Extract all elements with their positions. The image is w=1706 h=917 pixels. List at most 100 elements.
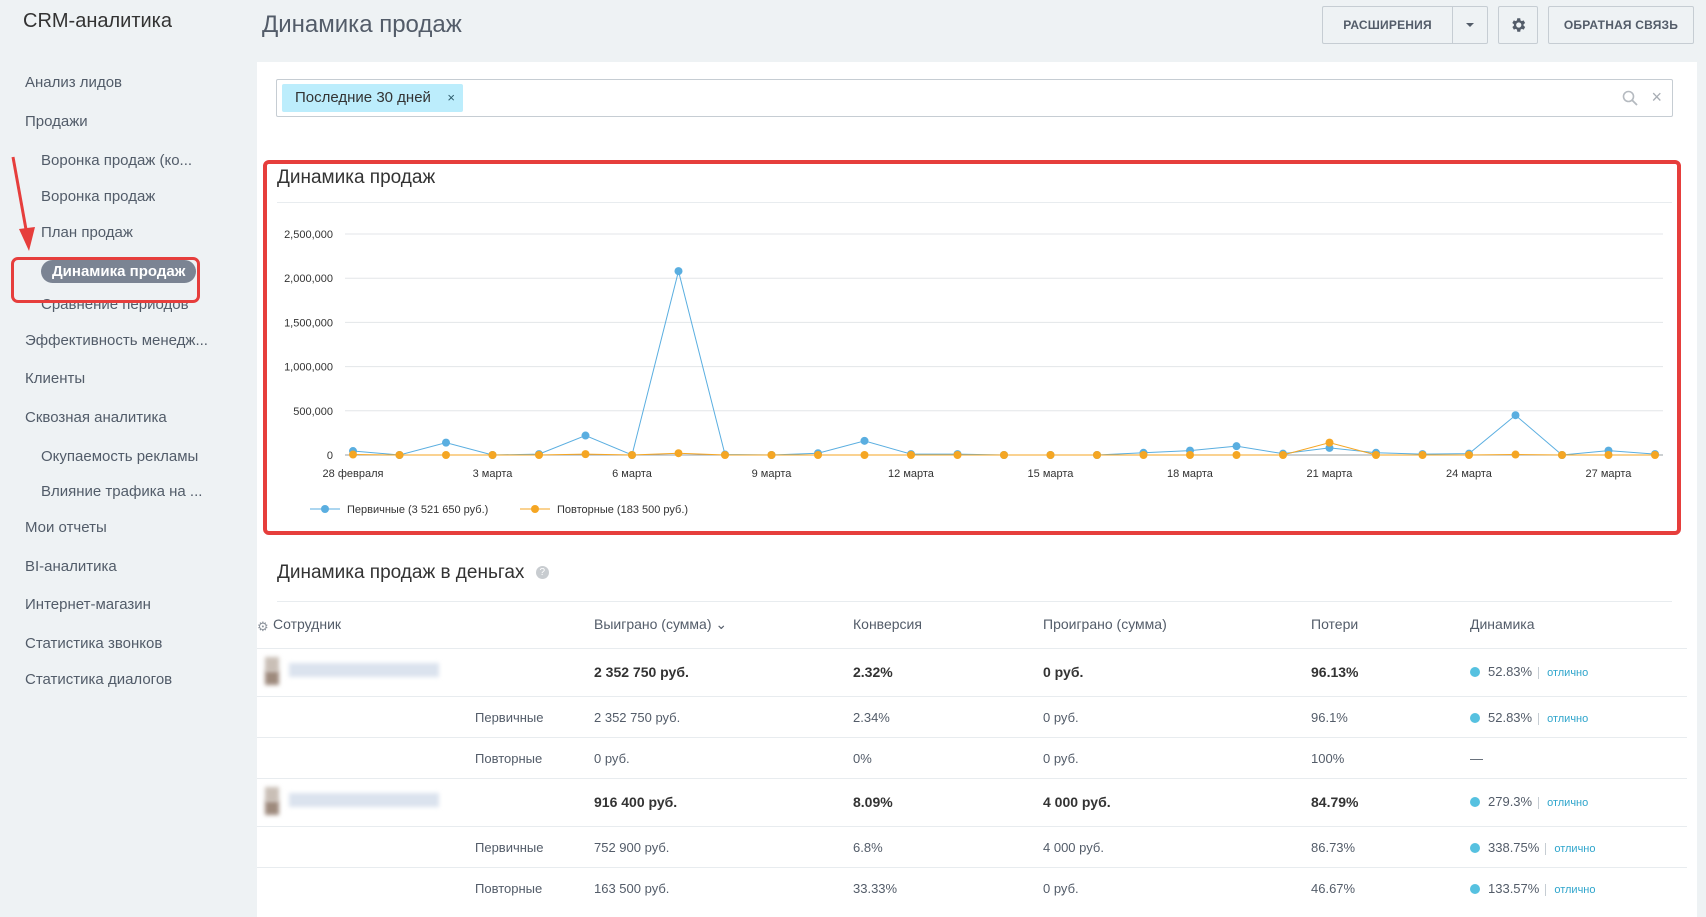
lost-value: 4 000 руб. [1043, 794, 1111, 810]
filter-tag-label: Последние 30 дней [295, 89, 431, 106]
data-point [1651, 451, 1659, 459]
col-won-label: Выиграно (сумма) [594, 616, 712, 632]
col-won[interactable]: Выиграно (сумма) ⌄ [594, 616, 727, 633]
data-point [349, 450, 357, 459]
column-settings-icon[interactable]: ⚙ [257, 619, 269, 635]
help-icon[interactable]: ? [535, 566, 549, 580]
col-lost[interactable]: Проиграно (сумма) [1043, 616, 1167, 632]
sidebar-item[interactable]: Влияние трафика на ... [0, 483, 250, 500]
feedback-button[interactable]: ОБРАТНАЯ СВЯЗЬ [1548, 6, 1694, 44]
dynamics-status-link[interactable]: отлично [1538, 797, 1588, 809]
sidebar-item[interactable]: Анализ лидов [0, 74, 250, 91]
dynamics-status-link[interactable]: отлично [1538, 713, 1588, 725]
x-tick-label: 21 марта [1307, 468, 1354, 480]
filter-tag-remove-icon[interactable]: × [447, 84, 455, 112]
lost-value: 4 000 руб. [1043, 840, 1104, 855]
conversion-value: 0% [853, 751, 872, 766]
dynamics-cell: 52.83% отлично [1470, 710, 1588, 725]
legend-label: Повторные (183 500 руб.) [557, 504, 688, 516]
dynamics-value: 133.57% [1488, 881, 1540, 896]
sidebar-item[interactable]: BI-аналитика [0, 558, 250, 575]
col-losses[interactable]: Потери [1311, 616, 1358, 632]
losses-value: 46.67% [1311, 881, 1356, 896]
sidebar-item[interactable]: Мои отчеты [0, 519, 250, 536]
data-point [1604, 451, 1613, 459]
losses-value: 84.79% [1311, 794, 1359, 810]
x-tick-label: 18 марта [1167, 468, 1214, 480]
won-value: 2 352 750 руб. [594, 664, 689, 680]
data-point [860, 436, 869, 445]
avatar [265, 671, 279, 685]
col-conversion[interactable]: Конверсия [853, 616, 922, 632]
sidebar-item[interactable]: Продажи [0, 113, 250, 130]
sidebar-item-label: Продажи [25, 113, 88, 130]
col-employee[interactable]: Сотрудник [273, 616, 341, 632]
x-tick-label: 9 марта [752, 468, 793, 480]
highlight-box-nav [11, 257, 200, 303]
series-line [352, 271, 1656, 456]
losses-value: 100% [1311, 751, 1345, 766]
employee-name[interactable] [289, 793, 439, 807]
lost-value: 0 руб. [1043, 881, 1079, 896]
sidebar-item[interactable]: Эффективность менедж... [0, 332, 250, 349]
extensions-button[interactable]: РАСШИРЕНИЯ [1322, 6, 1452, 44]
dynamics-status-link[interactable]: отлично [1545, 843, 1596, 855]
search-icon[interactable] [1622, 90, 1638, 106]
data-point [1232, 451, 1241, 459]
table-body: 2 352 750 руб. 2.32% 0 руб. 96.13% 52.83% отл… [257, 648, 1687, 908]
close-icon[interactable]: × [1651, 88, 1662, 106]
status-dot-icon [1470, 884, 1480, 894]
sidebar-item[interactable]: Статистика диалогов [0, 671, 250, 688]
x-tick-label: 6 марта [612, 468, 653, 480]
data-point [628, 451, 636, 459]
sidebar-item-label: Интернет-магазин [25, 596, 151, 613]
y-tick-label: 500,000 [293, 406, 333, 418]
status-dot-icon [1470, 713, 1480, 723]
sidebar-item[interactable]: Сквозная аналитика [0, 409, 250, 426]
table-section-title-text: Динамика продаж в деньгах [277, 562, 525, 583]
settings-button[interactable] [1498, 6, 1538, 44]
sidebar-item[interactable]: Окупаемость рекламы [0, 448, 250, 465]
sidebar-item[interactable]: Интернет-магазин [0, 596, 250, 613]
sidebar-item-label: Статистика диалогов [25, 671, 173, 688]
x-tick-label: 12 марта [888, 468, 935, 480]
filter-bar[interactable]: Последние 30 дней × × [276, 79, 1673, 117]
avatar [265, 801, 279, 815]
filter-tag[interactable]: Последние 30 дней × [282, 84, 463, 112]
sales-table: ⚙ Сотрудник Выиграно (сумма) ⌄ Конверсия… [257, 612, 1687, 908]
table-row: Повторные 0 руб. 0% 0 руб. 100% — [257, 737, 1687, 778]
status-dot-icon [1470, 843, 1480, 853]
data-point [1372, 451, 1380, 459]
app-title[interactable]: CRM-аналитика [23, 10, 172, 33]
dynamics-cell: 279.3% отлично [1470, 794, 1588, 809]
chevron-down-icon [1466, 23, 1474, 27]
data-point [488, 451, 497, 459]
feedback-button-label: ОБРАТНАЯ СВЯЗЬ [1563, 18, 1679, 32]
sidebar-item-label: BI-аналитика [25, 558, 117, 575]
sidebar-item-label: Анализ лидов [25, 74, 123, 91]
legend-marker [321, 505, 329, 513]
sidebar-item[interactable]: Клиенты [0, 370, 250, 387]
row-type-label: Первичные [475, 710, 544, 725]
sidebar-item-label: Статистика звонков [25, 635, 163, 652]
data-point [1418, 451, 1427, 459]
won-value: 163 500 руб. [594, 881, 670, 896]
extensions-dropdown-button[interactable] [1452, 6, 1488, 44]
employee-name[interactable] [289, 663, 439, 677]
dynamics-status-link[interactable]: отлично [1538, 667, 1588, 679]
x-tick-label: 27 марта [1586, 468, 1633, 480]
losses-value: 96.1% [1311, 710, 1348, 725]
data-point [674, 449, 683, 458]
avatar [265, 657, 279, 671]
sidebar-item[interactable]: Статистика звонков [0, 635, 250, 652]
x-tick-label: 15 марта [1028, 468, 1075, 480]
data-point [1186, 451, 1194, 459]
table-header-row: ⚙ Сотрудник Выиграно (сумма) ⌄ Конверсия… [257, 612, 1687, 648]
conversion-value: 2.32% [853, 664, 893, 680]
table-row: Повторные 163 500 руб. 33.33% 0 руб. 46.67% 1… [257, 867, 1687, 908]
gear-icon [1512, 18, 1526, 32]
extensions-button-label: РАСШИРЕНИЯ [1343, 18, 1432, 32]
col-dynamics[interactable]: Динамика [1470, 616, 1534, 632]
y-tick-label: 0 [327, 450, 333, 462]
dynamics-status-link[interactable]: отлично [1545, 884, 1596, 896]
